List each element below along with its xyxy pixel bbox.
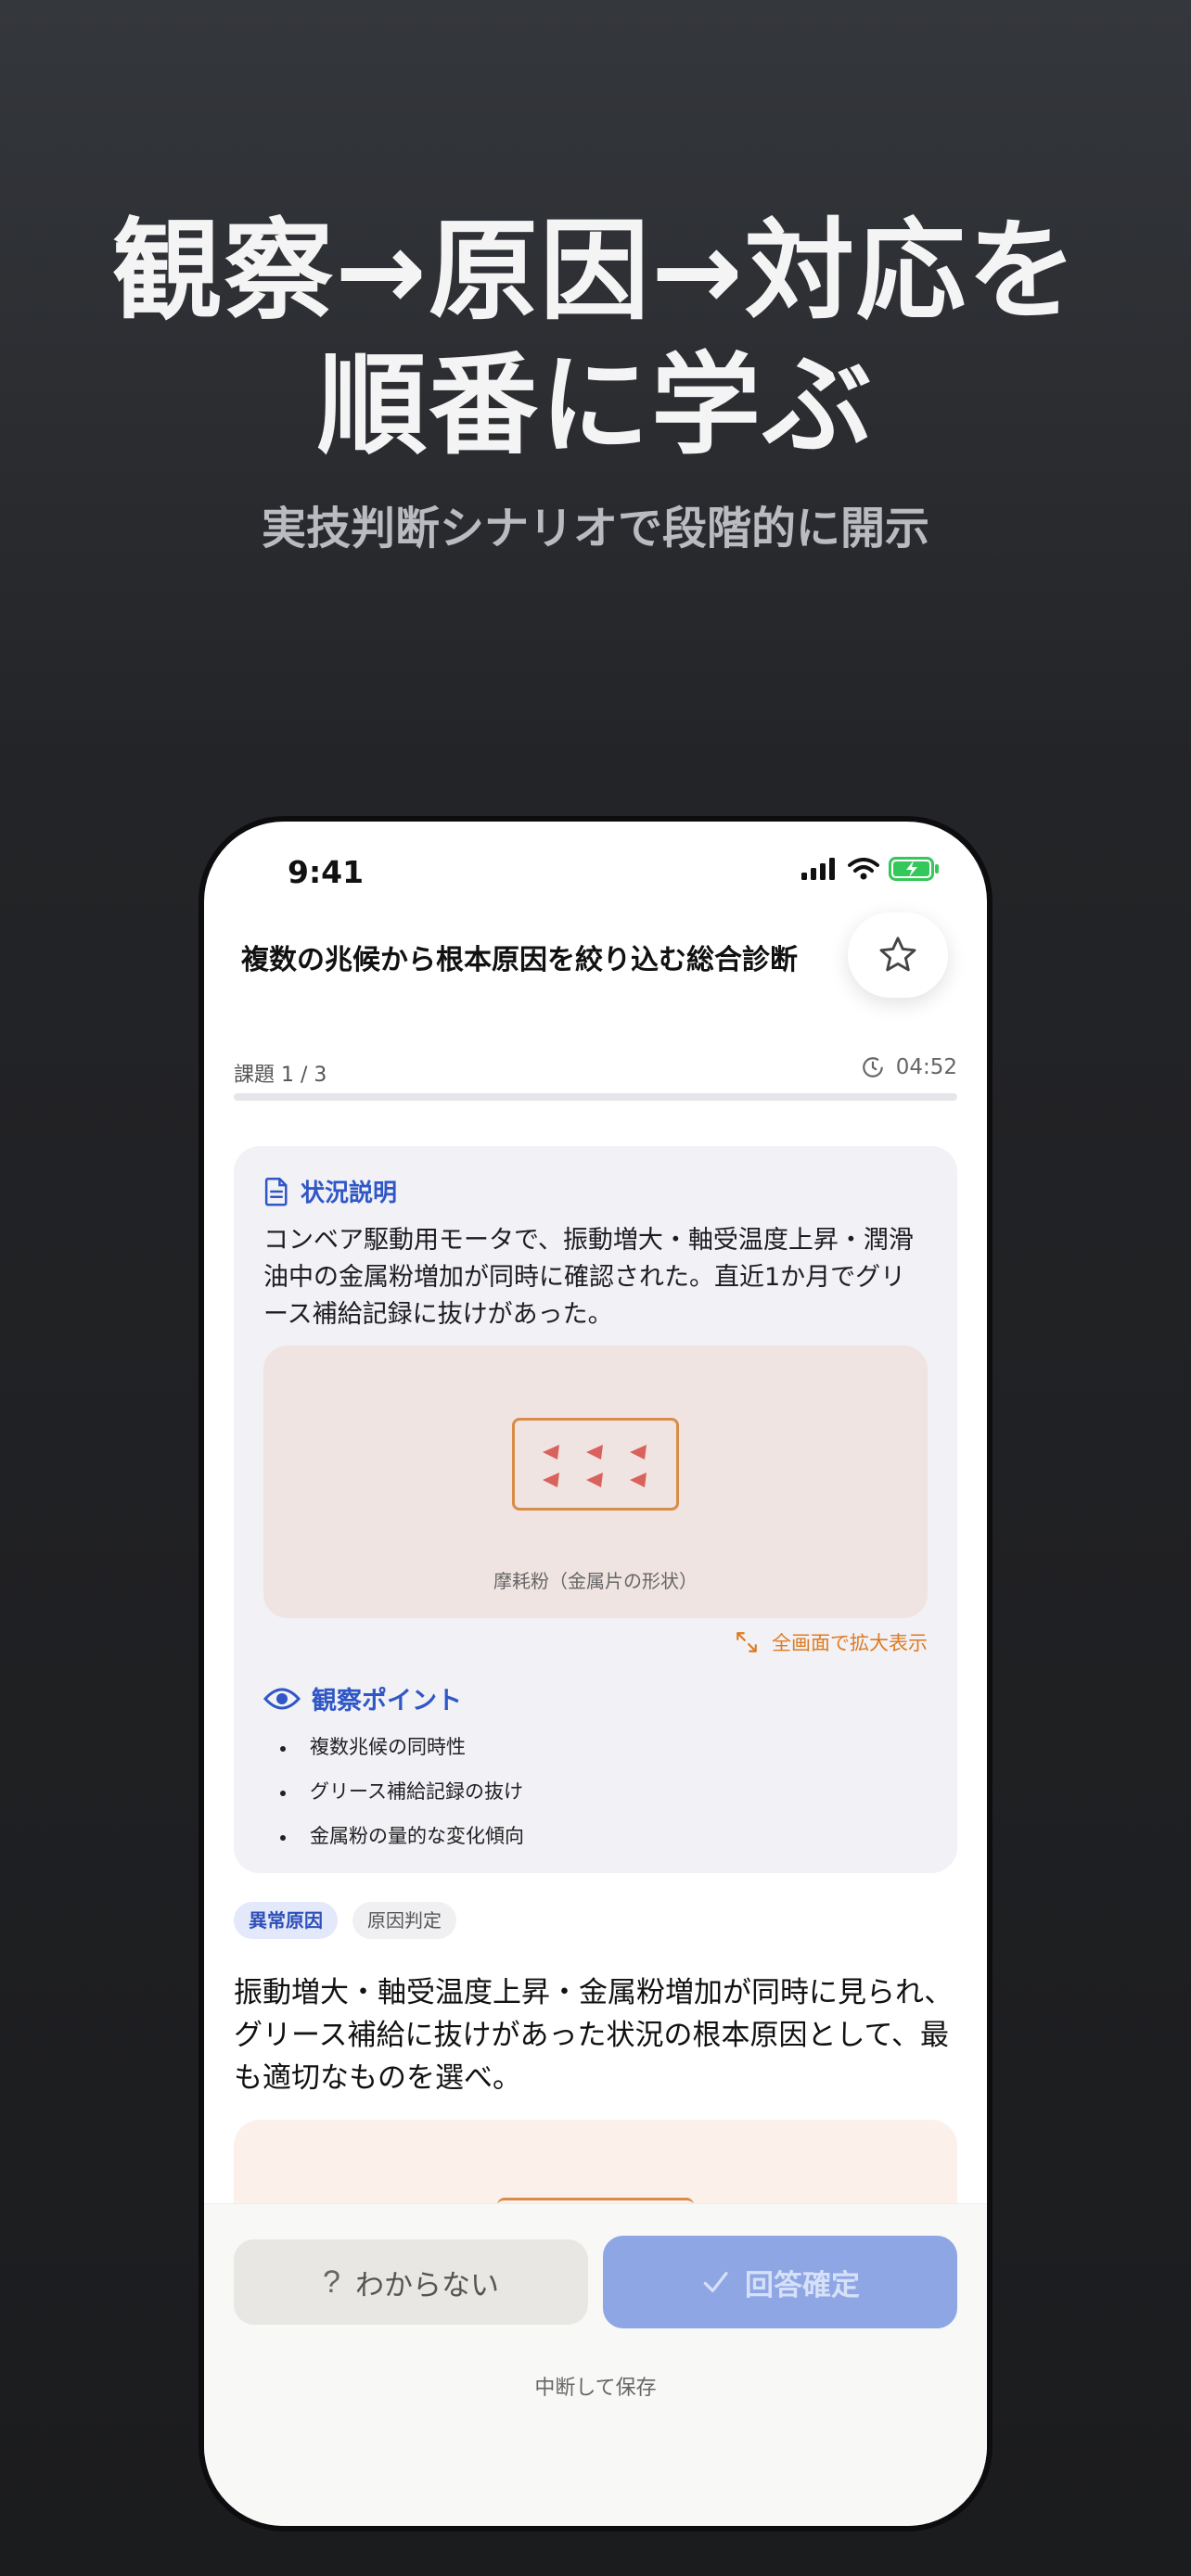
observation-heading: 観察ポイント — [263, 1680, 462, 1716]
battery-charging-icon — [889, 857, 939, 881]
type-tag: 原因判定 — [352, 1902, 456, 1939]
promo-headline-line2: 順番に学ぶ — [316, 341, 874, 469]
question-text: 振動増大・軸受温度上昇・金属粉増加が同時に見られ、グリース補給に抜けがあった状況… — [234, 1976, 954, 2095]
timer-value: 04:52 — [895, 1055, 957, 1079]
promo-subheadline: 実技判断シナリオで段階的に開示 — [261, 503, 929, 555]
progress-label: 課題 1 / 3 — [234, 1064, 327, 1087]
save-and-quit-link[interactable]: 中断して保存 — [204, 2371, 987, 2401]
status-bar: 9:41 — [204, 822, 987, 914]
unknown-button[interactable]: ? わからない — [234, 2239, 588, 2325]
observation-item: グリース補給記録の抜け — [271, 1775, 524, 1819]
category-tag: 異常原因 — [234, 1902, 338, 1939]
tag-row: 異常原因 原因判定 — [234, 1902, 456, 1939]
promo-headline: 観察→原因→対応を 順番に学ぶ — [0, 204, 1191, 473]
progress-bar — [234, 1093, 957, 1101]
confirm-label: 回答確定 — [745, 2268, 860, 2302]
timer-icon — [862, 1057, 883, 1078]
fullscreen-button[interactable]: 全画面で拡大表示 — [735, 1628, 928, 1656]
question-mark-icon: ? — [323, 2264, 340, 2300]
fullscreen-label: 全画面で拡大表示 — [772, 1632, 928, 1654]
phone-frame: 9:41 複数の兆候から根本原因を絞り込む総合診断 課題 1 / 3 04:52… — [198, 816, 992, 2531]
scenario-title: 複数の兆候から根本原因を絞り込む総合診断 — [241, 944, 798, 976]
timer: 04:52 — [861, 1055, 957, 1079]
action-bar: ? わからない 回答確定 中断して保存 — [204, 2203, 987, 2526]
document-icon — [264, 1177, 288, 1206]
debris-image[interactable]: 摩耗粉（金属片の形状） — [263, 1345, 928, 1618]
checkmark-icon — [703, 2272, 728, 2292]
situation-heading: 状況説明 — [263, 1174, 397, 1208]
favorite-button[interactable] — [848, 912, 948, 998]
observation-item: 金属粉の量的な変化傾向 — [271, 1819, 524, 1864]
situation-card: 状況説明 コンベア駆動用モータで、振動増大・軸受温度上昇・潤滑油中の金属粉増加が… — [234, 1146, 957, 1873]
situation-heading-label: 状況説明 — [301, 1180, 398, 1207]
star-icon — [879, 937, 916, 972]
confirm-answer-button[interactable]: 回答確定 — [603, 2236, 957, 2328]
signal-icon — [801, 858, 835, 880]
eye-icon — [263, 1688, 301, 1709]
metal-flakes-icon — [543, 1445, 647, 1487]
app-screen: 9:41 複数の兆候から根本原因を絞り込む総合診断 課題 1 / 3 04:52… — [204, 822, 987, 2526]
observation-list: 複数兆候の同時性 グリース補給記録の抜け 金属粉の量的な変化傾向 — [271, 1730, 524, 1864]
expand-icon — [736, 1632, 757, 1652]
wifi-icon — [848, 858, 879, 880]
observation-heading-label: 観察ポイント — [312, 1687, 462, 1715]
promo-headline-line1: 観察→原因→対応を — [112, 207, 1079, 335]
debris-illustration — [512, 1418, 679, 1511]
status-icons — [801, 857, 941, 881]
situation-text: コンベア駆動用モータで、振動増大・軸受温度上昇・潤滑油中の金属粉増加が同時に確認… — [263, 1226, 914, 1329]
image-caption: 摩耗粉（金属片の形状） — [493, 1570, 698, 1592]
unknown-label: わからない — [354, 2268, 499, 2302]
status-time: 9:41 — [288, 854, 365, 890]
observation-item: 複数兆候の同時性 — [271, 1730, 524, 1775]
